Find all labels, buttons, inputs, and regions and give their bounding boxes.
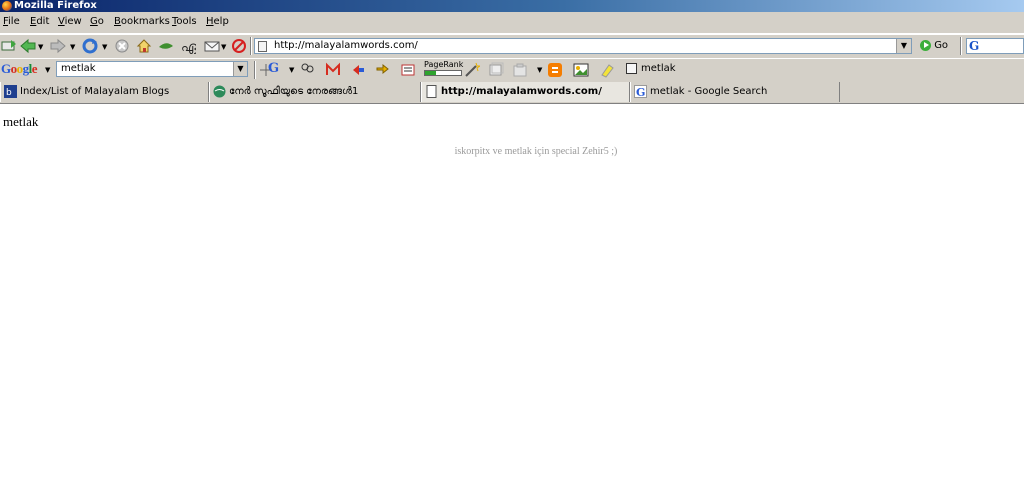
reload-dropdown-icon[interactable]: ▼ [102, 43, 107, 51]
toolbar-separator [250, 37, 252, 55]
autofill-dropdown-icon[interactable]: ▼ [537, 66, 542, 74]
google-logo[interactable]: Google [1, 61, 38, 77]
menu-tools[interactable]: Tools [172, 16, 197, 27]
highlighter-icon[interactable] [599, 62, 615, 78]
arrows-icon[interactable] [375, 62, 391, 78]
menu-bar: File Edit View Go Bookmarks Tools Help [0, 12, 1024, 34]
navigation-toolbar: ▼ ▼ ▼ ഏ ▼ http://malayalamwords.com/ ▼ G… [0, 34, 1024, 59]
popup-blocker-icon[interactable] [488, 62, 504, 78]
forward-arrow-icon[interactable] [50, 38, 66, 54]
backlinks-icon[interactable] [350, 62, 366, 78]
tab-malayalam-blogs[interactable]: b Index/List of Malayalam Blogs [0, 82, 209, 102]
svg-text:G: G [636, 86, 645, 98]
gmail-icon[interactable] [325, 62, 341, 78]
menu-file[interactable]: File [3, 16, 20, 27]
search-term-icon [626, 62, 637, 74]
page-credit-text: iskorpitx ve metlak için special Zehir5 … [454, 146, 618, 157]
search-history-dropdown-icon[interactable]: ▼ [233, 62, 247, 76]
page-favicon-icon [258, 41, 267, 52]
google-toolbar: Google ▼ metlak ▼ G ▼ PageRank ▼ metlak [0, 58, 1024, 82]
tab-bar: b Index/List of Malayalam Blogs നേര്‍ സൂ… [0, 81, 1024, 104]
page-heading: metlak [3, 114, 39, 129]
window-titlebar: Mozilla Firefox [0, 0, 1024, 12]
new-window-icon[interactable] [1, 38, 17, 54]
menu-help[interactable]: Help [206, 16, 229, 27]
pagerank-bar [424, 70, 462, 76]
menu-edit[interactable]: Edit [30, 16, 49, 27]
malayalam-glyph-icon[interactable]: ഏ [180, 38, 196, 54]
leaf-icon[interactable] [158, 38, 174, 54]
stop-icon[interactable] [114, 38, 130, 54]
search-engine-box[interactable]: G [966, 38, 1024, 54]
pagerank-label: PageRank [424, 60, 464, 69]
blogger-icon[interactable] [547, 62, 563, 78]
globe-icon [213, 85, 226, 98]
mail-icon[interactable] [204, 38, 220, 54]
menu-bookmarks[interactable]: Bookmarks [114, 16, 170, 27]
google-search-button-icon[interactable]: G [268, 61, 284, 77]
google-icon: G [634, 85, 647, 98]
mail-dropdown-icon[interactable]: ▼ [221, 43, 226, 51]
search-term-button[interactable]: metlak [626, 62, 676, 76]
svg-text:b: b [6, 88, 12, 98]
tab-malayalamwords[interactable]: http://malayalamwords.com/ [421, 82, 630, 102]
toolbar-separator [254, 61, 256, 79]
page-icon [426, 85, 437, 98]
go-button[interactable]: Go [920, 38, 948, 54]
autofill-icon[interactable] [512, 62, 528, 78]
reload-icon[interactable] [82, 38, 98, 54]
block-icon[interactable] [231, 38, 247, 54]
tab-google-search[interactable]: G metlak - Google Search [630, 82, 840, 102]
back-dropdown-icon[interactable]: ▼ [38, 43, 43, 51]
back-arrow-icon[interactable] [20, 38, 36, 54]
url-bar[interactable]: http://malayalamwords.com/ ▼ [254, 38, 912, 54]
google-g-icon: G [969, 39, 980, 53]
menu-view[interactable]: View [58, 16, 82, 27]
tab-sufi[interactable]: നേര്‍ സൂഫിയുടെ നേരങ്ങള്‍1 [209, 82, 421, 102]
home-icon[interactable] [136, 38, 152, 54]
url-history-dropdown-icon[interactable]: ▼ [896, 39, 911, 53]
toolbar-separator [960, 37, 962, 55]
google-search-input[interactable]: metlak ▼ [56, 61, 248, 77]
forward-dropdown-icon[interactable]: ▼ [70, 43, 75, 51]
search-button-dropdown-icon[interactable]: ▼ [289, 66, 294, 74]
url-text[interactable]: http://malayalamwords.com/ [274, 39, 418, 53]
blog-list-icon: b [4, 85, 17, 98]
menu-go[interactable]: Go [90, 16, 104, 27]
image-icon[interactable] [573, 62, 589, 78]
go-label: Go [934, 40, 949, 51]
people-icon[interactable] [299, 62, 315, 78]
pagerank-meter[interactable]: PageRank [424, 60, 463, 76]
magic-wand-icon[interactable] [464, 62, 480, 78]
google-menu-dropdown-icon[interactable]: ▼ [45, 66, 50, 74]
go-arrow-icon [920, 39, 931, 51]
pagerank-fill [425, 71, 436, 75]
news-icon[interactable] [400, 62, 416, 78]
window-title: Mozilla Firefox [14, 0, 97, 11]
firefox-logo-icon [2, 1, 12, 11]
page-content: metlak iskorpitx ve metlak için special … [0, 104, 1024, 493]
svg-text:ഏ: ഏ [181, 40, 196, 54]
